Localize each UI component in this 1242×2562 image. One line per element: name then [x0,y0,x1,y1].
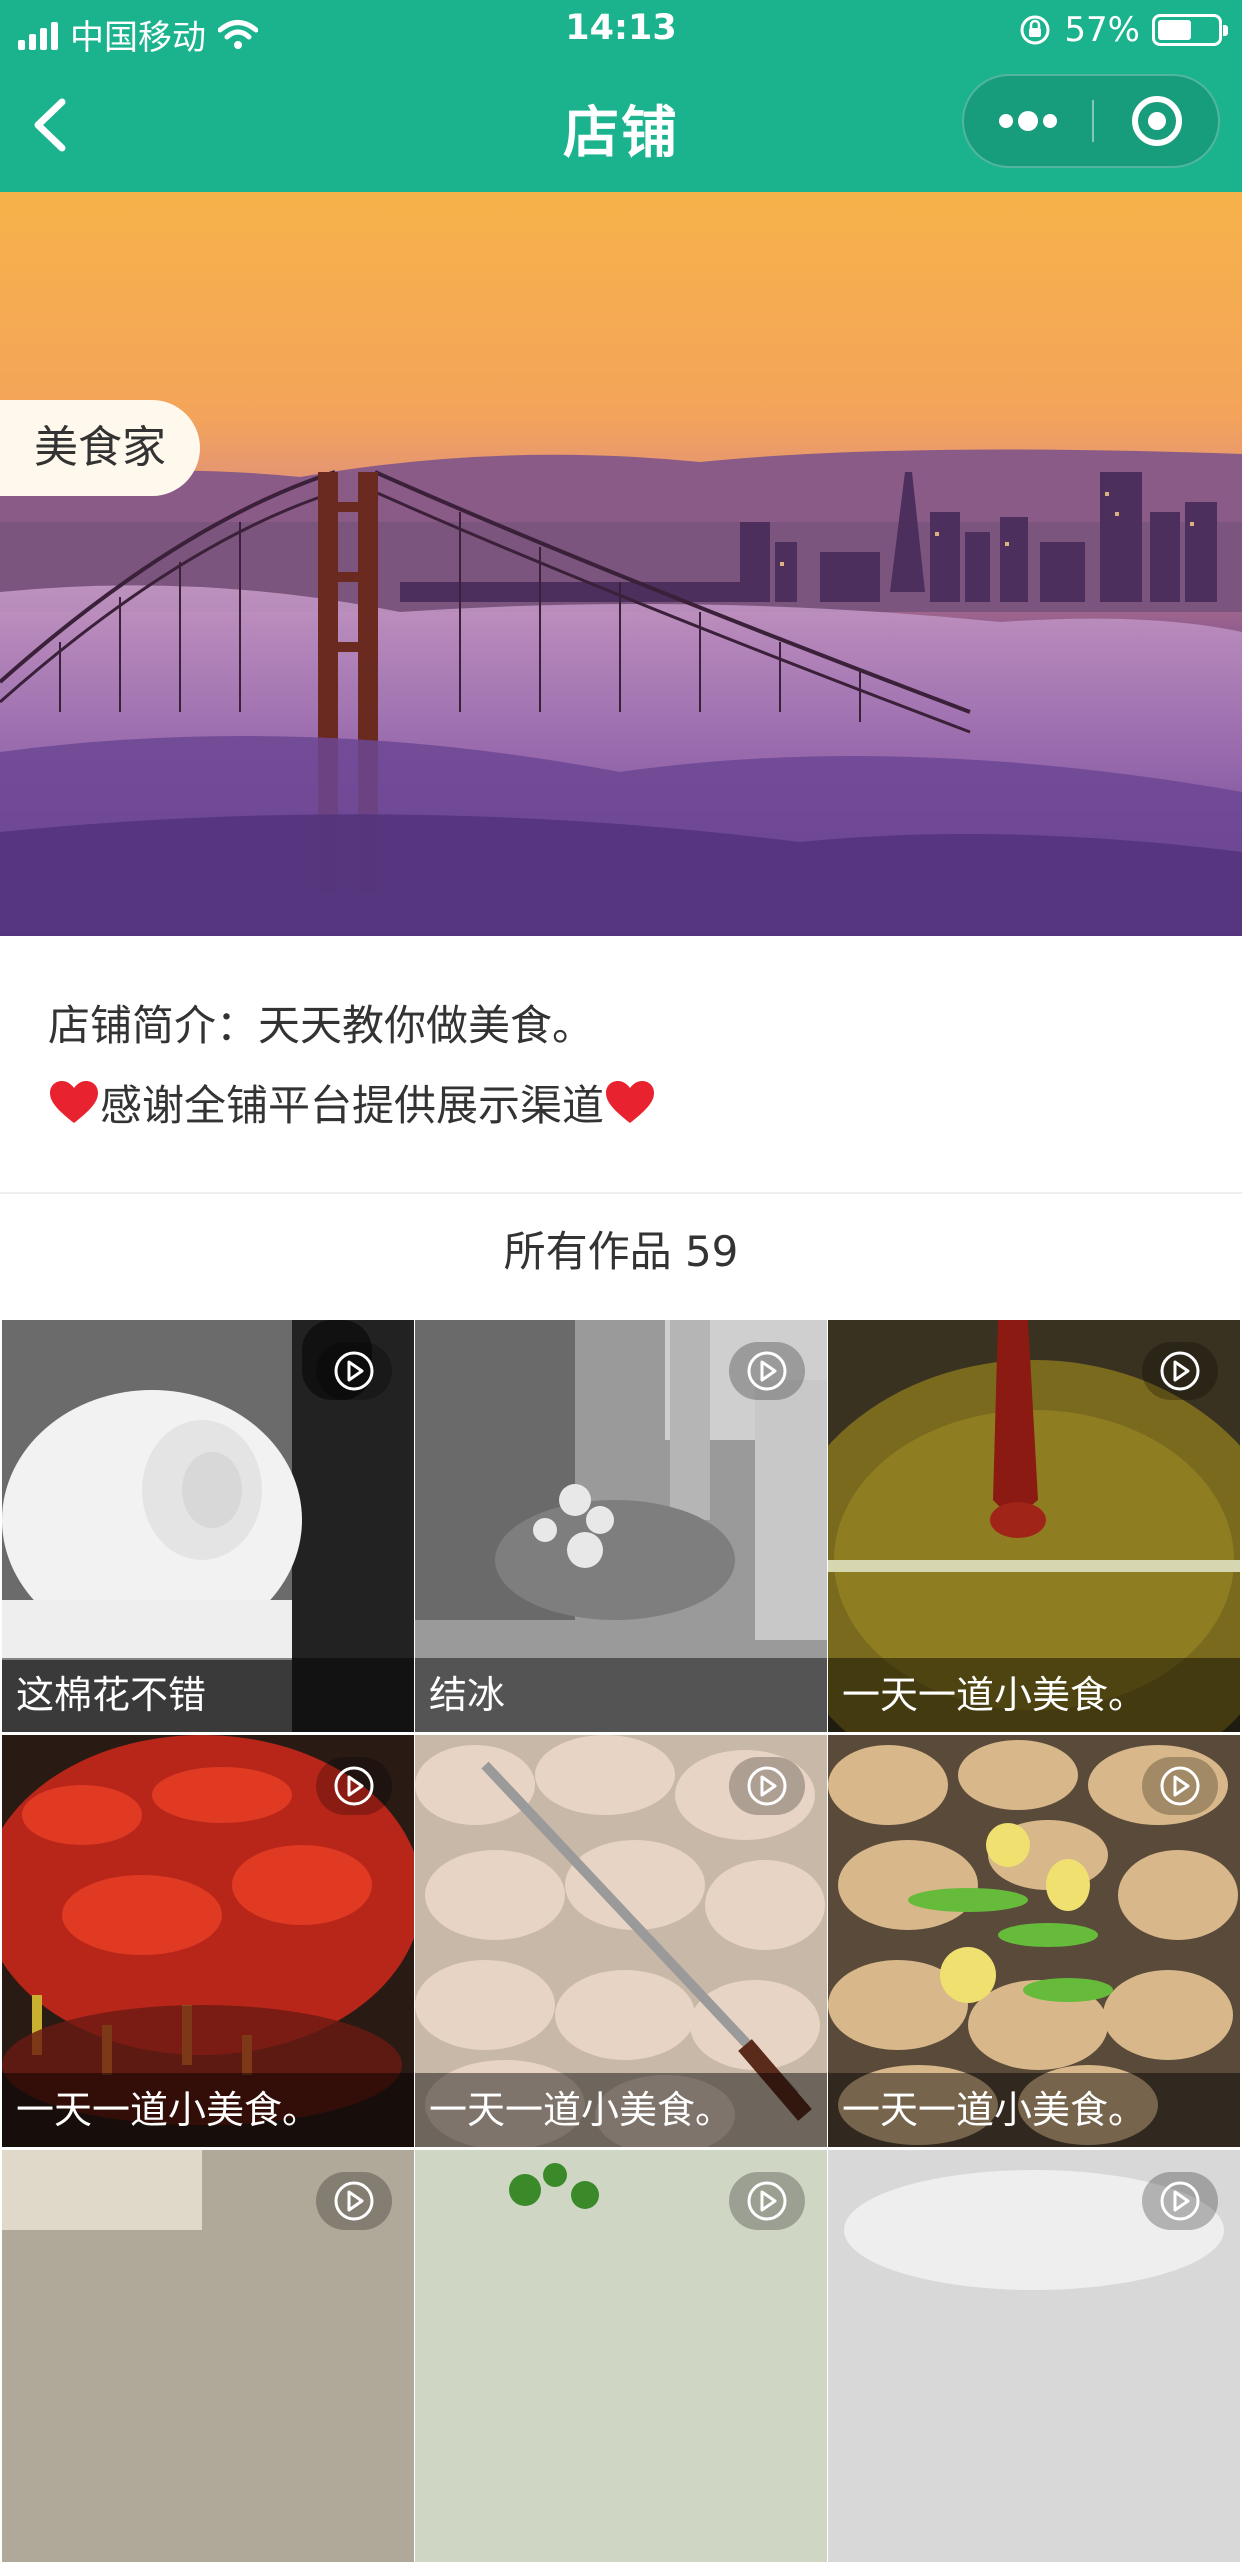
heart-icon [606,1080,655,1123]
work-item[interactable] [415,2150,827,2562]
heart-icon [50,1080,98,1123]
shop-intro: 店铺简介：天天教你做美食。 感谢全铺平台提供展示渠道 [0,936,1242,1194]
works-count-title: 所有作品 59 [503,1227,739,1276]
video-play-icon [729,1757,805,1815]
rotation-lock-icon [1020,15,1050,45]
video-play-icon [316,1757,392,1815]
intro-text: 店铺简介：天天教你做美食。 [48,1001,595,1050]
video-play-icon [1142,1342,1218,1400]
target-circle-icon [1132,96,1182,146]
shop-banner-image[interactable]: 美食家 [0,192,1242,936]
video-play-icon [729,1342,805,1400]
battery-icon [1152,14,1228,46]
video-play-icon [1142,2172,1218,2230]
work-caption: 一天一道小美食。 [415,2073,827,2147]
status-right: 57% [1018,10,1228,50]
intro-thanks: 感谢全铺平台提供展示渠道 [48,1072,656,1133]
work-item[interactable]: 一天一道小美食。 [415,1735,827,2147]
video-play-icon [1142,1757,1218,1815]
work-item[interactable]: 这棉花不错 [2,1320,414,1732]
work-item[interactable] [828,2150,1240,2562]
more-button[interactable] [964,76,1092,166]
work-item[interactable]: 一天一道小美食。 [828,1320,1240,1732]
banner-photo [0,192,1242,936]
work-caption: 一天一道小美食。 [2,2073,414,2147]
work-caption: 这棉花不错 [2,1658,414,1732]
work-item[interactable]: 一天一道小美食。 [828,1735,1240,2147]
battery-percent: 57% [1064,10,1140,50]
status-bar: 中国移动 14:13 57% [0,0,1242,62]
shop-name-tag: 美食家 [0,400,200,496]
work-item[interactable] [2,2150,414,2562]
video-play-icon [729,2172,805,2230]
work-caption: 一天一道小美食。 [828,2073,1240,2147]
more-dots-icon [999,111,1057,131]
video-play-icon [316,2172,392,2230]
work-caption: 一天一道小美食。 [828,1658,1240,1732]
work-caption: 结冰 [415,1658,827,1732]
work-item[interactable]: 一天一道小美食。 [2,1735,414,2147]
mini-program-capsule [962,74,1220,168]
nav-bar: 店铺 [0,62,1242,192]
work-item[interactable]: 结冰 [415,1320,827,1732]
video-play-icon [316,1342,392,1400]
intro-thanks-text: 感谢全铺平台提供展示渠道 [100,1081,605,1130]
close-button[interactable] [1094,76,1220,166]
